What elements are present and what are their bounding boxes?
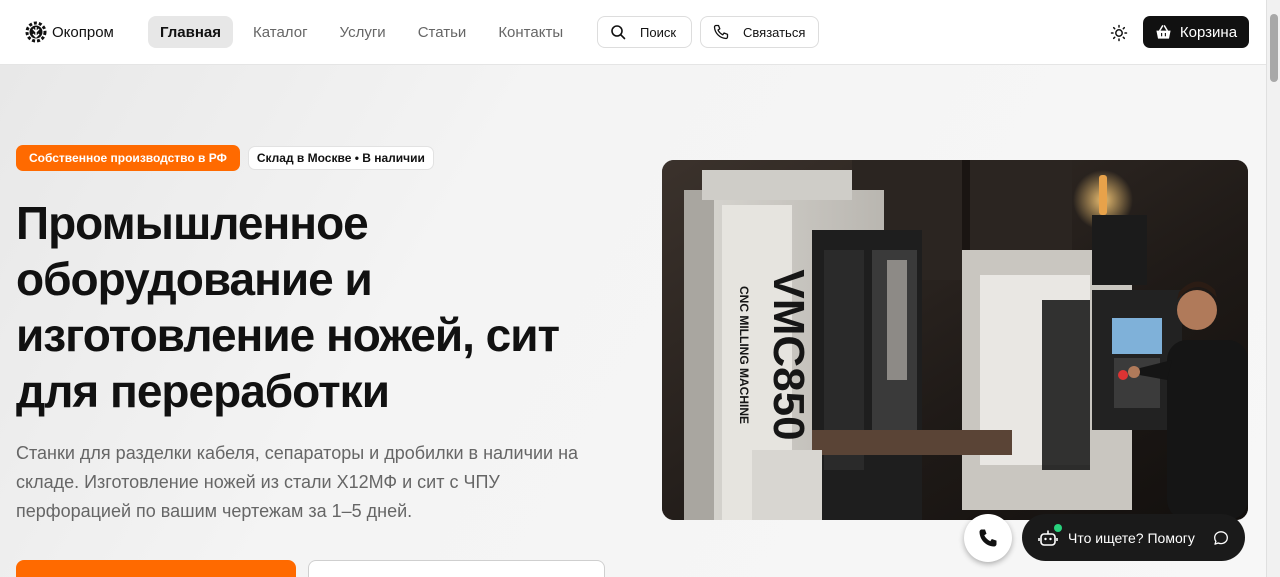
contact-button[interactable]: Связаться — [700, 16, 819, 48]
phone-icon — [713, 24, 729, 40]
nav-item-catalog[interactable]: Каталог — [241, 16, 320, 48]
machine-caption-text: CNC MILLING MACHINE — [737, 286, 751, 424]
cart-button-label: Корзина — [1179, 23, 1238, 41]
hero-badges: Собственное производство в РФ Склад в Мо… — [16, 145, 434, 171]
search-button[interactable]: Поиск — [597, 16, 692, 48]
help-widget-label: Что ищете? Помогу — [1068, 529, 1195, 546]
help-chat-widget[interactable]: Что ищете? Помогу — [1022, 514, 1245, 561]
secondary-cta-button[interactable] — [308, 560, 605, 577]
hero-title: Промышленное оборудование и изготовление… — [16, 197, 560, 417]
site-header: Окопром Главная Каталог Услуги Статьи Ко… — [0, 0, 1266, 65]
contact-button-label: Связаться — [743, 24, 806, 40]
logo-gear-icon — [25, 21, 47, 43]
badge-warehouse: Склад в Москве • В наличии — [247, 146, 434, 170]
hero-subtitle: Станки для разделки кабеля, сепараторы и… — [16, 443, 579, 521]
nav-item-home[interactable]: Главная — [148, 16, 234, 48]
nav-item-contacts[interactable]: Контакты — [486, 16, 575, 48]
nav-item-articles[interactable]: Статьи — [406, 16, 479, 48]
primary-cta-button[interactable] — [16, 560, 296, 577]
main-nav: Главная Каталог Услуги Статьи Контакты — [148, 16, 583, 48]
cart-button[interactable]: Корзина — [1143, 16, 1249, 48]
logo[interactable]: Окопром — [24, 20, 114, 44]
page-scrollbar[interactable] — [1266, 0, 1280, 577]
machine-brand-text: VMC850 — [764, 269, 813, 440]
basket-icon — [1156, 24, 1171, 39]
scrollbar-thumb[interactable] — [1270, 14, 1278, 82]
bot-icon — [1038, 523, 1062, 548]
cnc-machine-illustration: VMC850 CNC MILLING MACHINE — [662, 160, 1248, 520]
online-indicator — [1054, 523, 1062, 532]
badge-own-production: Собственное производство в РФ — [16, 145, 240, 171]
phone-icon — [979, 529, 997, 547]
hero-image: VMC850 CNC MILLING MACHINE — [662, 160, 1248, 520]
nav-item-services[interactable]: Услуги — [328, 16, 398, 48]
search-icon — [611, 25, 626, 40]
logo-text: Окопром — [52, 23, 114, 41]
chat-icon — [1214, 530, 1228, 545]
search-button-label: Поиск — [640, 24, 677, 40]
sun-icon[interactable] — [1110, 24, 1128, 42]
call-widget-button[interactable] — [964, 514, 1012, 562]
